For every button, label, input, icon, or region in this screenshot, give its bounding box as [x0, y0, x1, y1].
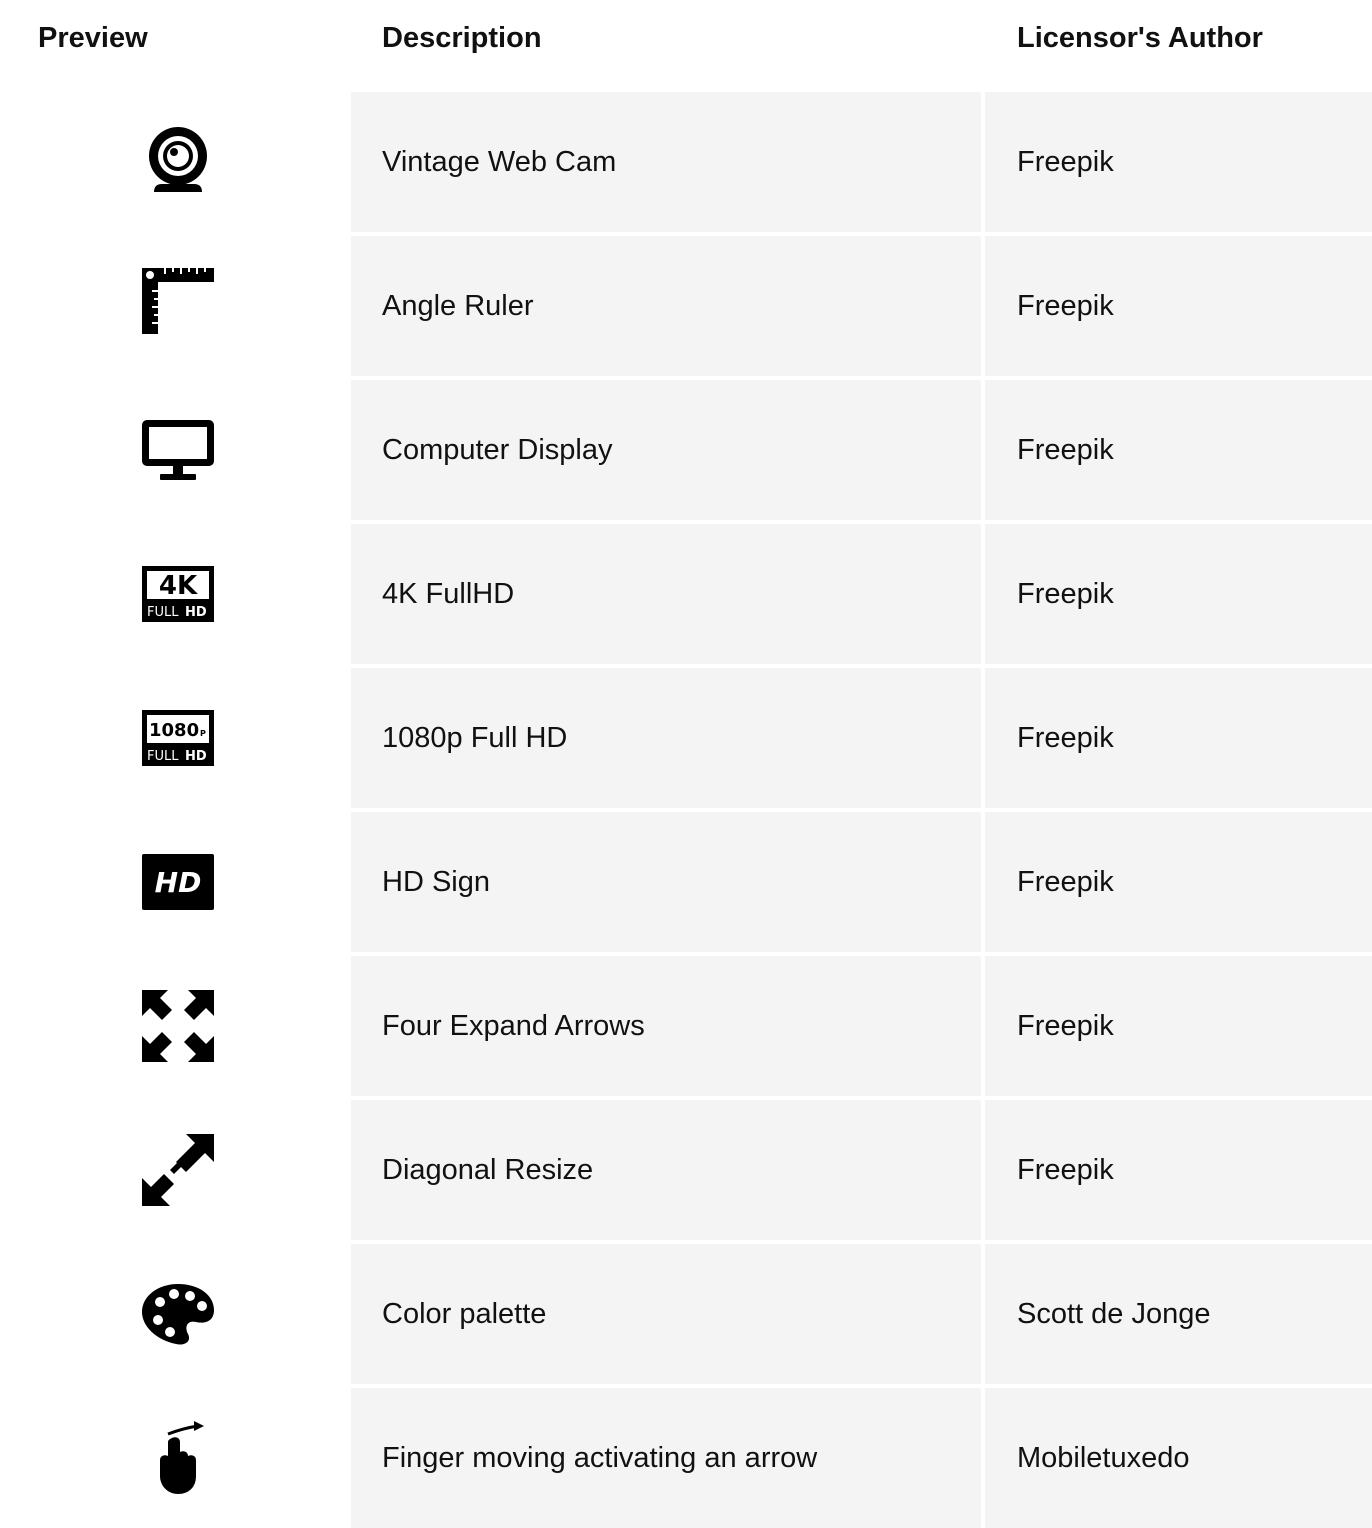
author-cell: Freepik: [985, 1100, 1372, 1240]
fourk-main-text: 4K: [159, 571, 198, 601]
table-row: Four Expand Arrows Freepik: [0, 956, 1372, 1096]
fourk-hd-text: HD: [185, 605, 207, 620]
table-row: Computer Display Freepik: [0, 380, 1372, 520]
description-text: 1080p Full HD: [382, 722, 568, 754]
fourk-full-text: FULL: [147, 605, 179, 620]
description-text: HD Sign: [382, 866, 490, 898]
table-row: Color palette Scott de Jonge: [0, 1244, 1372, 1384]
description-cell: 4K FullHD: [351, 524, 981, 664]
author-text: Freepik: [1017, 1154, 1114, 1186]
description-cell: HD Sign: [351, 812, 981, 952]
angle-ruler-icon: [138, 266, 218, 346]
finger-arrow-icon: [138, 1418, 218, 1498]
p1080-hd-text: HD: [185, 749, 207, 764]
preview-cell: [0, 1244, 350, 1384]
author-text: Freepik: [1017, 1010, 1114, 1042]
table-row: Diagonal Resize Freepik: [0, 1100, 1372, 1240]
author-text: Freepik: [1017, 146, 1114, 178]
preview-cell: [0, 956, 350, 1096]
description-text: Diagonal Resize: [382, 1154, 594, 1186]
header-author: Licensor's Author: [1017, 22, 1263, 54]
description-text: Finger moving activating an arrow: [382, 1442, 818, 1474]
4k-fullhd-icon: 4K FULL HD: [138, 554, 218, 634]
description-text: 4K FullHD: [382, 578, 515, 610]
description-cell: 1080p Full HD: [351, 668, 981, 808]
hd-sign-icon: HD: [138, 842, 218, 922]
author-cell: Scott de Jonge: [985, 1244, 1372, 1384]
hd-sign-text: HD: [155, 866, 202, 899]
table-row: Vintage Web Cam Freepik: [0, 92, 1372, 232]
author-cell: Freepik: [985, 92, 1372, 232]
header-description: Description: [382, 22, 542, 54]
author-text: Freepik: [1017, 290, 1114, 322]
diagonal-resize-icon: [138, 1130, 218, 1210]
table-row: Angle Ruler Freepik: [0, 236, 1372, 376]
author-text: Freepik: [1017, 578, 1114, 610]
author-text: Scott de Jonge: [1017, 1298, 1211, 1330]
table-row: HD HD Sign Freepik: [0, 812, 1372, 952]
description-text: Angle Ruler: [382, 290, 534, 322]
description-cell: Color palette: [351, 1244, 981, 1384]
description-cell: Angle Ruler: [351, 236, 981, 376]
description-text: Four Expand Arrows: [382, 1010, 645, 1042]
p1080-p-text: P: [200, 729, 206, 738]
p1080-main-text: 1080: [149, 720, 199, 741]
description-text: Color palette: [382, 1298, 547, 1330]
preview-cell: [0, 236, 350, 376]
preview-cell: [0, 92, 350, 232]
author-cell: Freepik: [985, 524, 1372, 664]
credits-table: Preview Description Licensor's Author Vi…: [0, 0, 1372, 1528]
description-cell: Vintage Web Cam: [351, 92, 981, 232]
description-cell: Four Expand Arrows: [351, 956, 981, 1096]
author-text: Mobiletuxedo: [1017, 1442, 1190, 1474]
webcam-icon: [138, 122, 218, 202]
author-text: Freepik: [1017, 866, 1114, 898]
preview-cell: [0, 1388, 350, 1528]
author-cell: Freepik: [985, 236, 1372, 376]
table-row: Finger moving activating an arrow Mobile…: [0, 1388, 1372, 1528]
description-text: Computer Display: [382, 434, 613, 466]
description-text: Vintage Web Cam: [382, 146, 617, 178]
preview-cell: [0, 1100, 350, 1240]
preview-cell: 4K FULL HD: [0, 524, 350, 664]
table-row: 1080 P FULL HD 1080p Full HD Freepik: [0, 668, 1372, 808]
author-cell: Freepik: [985, 812, 1372, 952]
four-expand-arrows-icon: [138, 986, 218, 1066]
header-preview: Preview: [38, 22, 148, 54]
author-text: Freepik: [1017, 722, 1114, 754]
description-cell: Computer Display: [351, 380, 981, 520]
author-cell: Freepik: [985, 380, 1372, 520]
preview-cell: 1080 P FULL HD: [0, 668, 350, 808]
table-header: Preview Description Licensor's Author: [0, 0, 1372, 92]
color-palette-icon: [138, 1274, 218, 1354]
author-text: Freepik: [1017, 434, 1114, 466]
computer-display-icon: [138, 410, 218, 490]
description-cell: Finger moving activating an arrow: [351, 1388, 981, 1528]
author-cell: Mobiletuxedo: [985, 1388, 1372, 1528]
author-cell: Freepik: [985, 668, 1372, 808]
preview-cell: HD: [0, 812, 350, 952]
1080p-fullhd-icon: 1080 P FULL HD: [138, 698, 218, 778]
p1080-full-text: FULL: [147, 749, 179, 764]
author-cell: Freepik: [985, 956, 1372, 1096]
description-cell: Diagonal Resize: [351, 1100, 981, 1240]
table-row: 4K FULL HD 4K FullHD Freepik: [0, 524, 1372, 664]
preview-cell: [0, 380, 350, 520]
